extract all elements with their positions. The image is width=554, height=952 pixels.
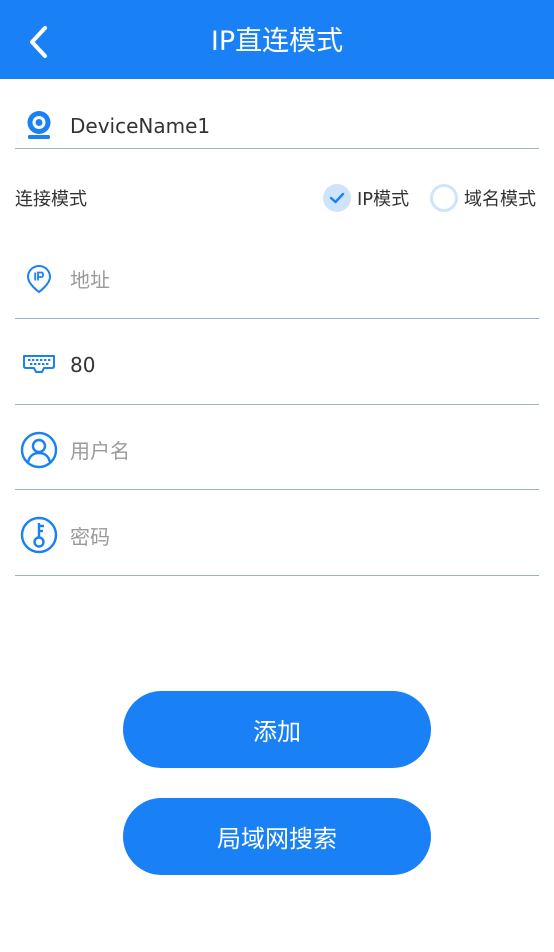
connection-mode-row: 连接模式 IP模式 域名模式 xyxy=(15,175,539,220)
device-name-row xyxy=(15,100,539,149)
camera-icon xyxy=(18,108,60,142)
lan-search-button[interactable]: 局域网搜索 xyxy=(123,798,431,875)
check-icon xyxy=(323,184,351,212)
port-input[interactable] xyxy=(70,345,539,385)
ip-mode-label: IP模式 xyxy=(357,189,410,210)
username-row xyxy=(15,405,539,490)
radio-empty-icon xyxy=(430,184,458,212)
page-title: IP直连模式 xyxy=(210,26,344,57)
device-name-input[interactable] xyxy=(70,106,539,146)
ip-location-icon xyxy=(18,262,60,296)
username-input[interactable] xyxy=(70,431,539,471)
domain-mode-radio[interactable]: 域名模式 xyxy=(430,181,536,215)
add-button[interactable]: 添加 xyxy=(123,691,431,768)
keyboard-port-icon xyxy=(18,349,60,379)
key-icon xyxy=(18,516,60,554)
password-row xyxy=(15,490,539,576)
ip-mode-radio[interactable]: IP模式 xyxy=(323,181,409,215)
user-icon xyxy=(18,431,60,469)
domain-mode-label: 域名模式 xyxy=(464,189,536,210)
address-input[interactable] xyxy=(70,260,539,300)
title-bar: IP直连模式 xyxy=(0,0,554,79)
address-row xyxy=(15,240,539,319)
connection-mode-label: 连接模式 xyxy=(15,189,87,210)
port-row xyxy=(15,319,539,405)
password-input[interactable] xyxy=(70,517,539,557)
